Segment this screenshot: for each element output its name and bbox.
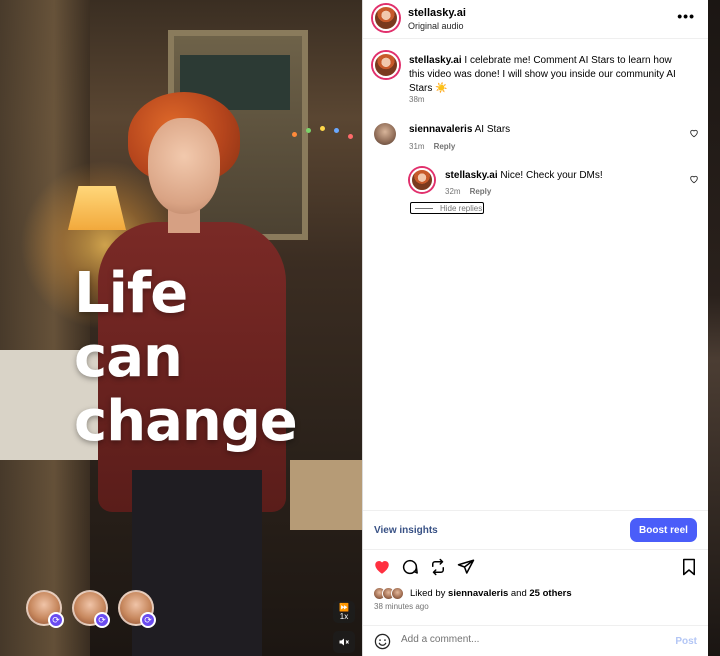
comment-input[interactable] (401, 634, 651, 645)
heart-filled-icon (375, 561, 389, 574)
commenter-username[interactable]: siennavaleris (409, 124, 472, 135)
repost-icon (432, 558, 444, 576)
speaker-muted-icon (339, 638, 349, 646)
fast-forward-icon: ⏩ (339, 603, 349, 612)
comment-like-icon[interactable] (689, 128, 699, 138)
divider (363, 38, 709, 39)
caption-username[interactable]: stellasky.ai (409, 55, 462, 66)
insights-bar: View insights Boost reel (363, 510, 709, 550)
overlay-line-1: Life can (74, 261, 188, 390)
reel-video[interactable]: Life can change ⟳ ⟳ ⟳ ⏩ 1x (0, 0, 362, 656)
author-avatar[interactable] (373, 5, 399, 31)
background-edge (708, 0, 720, 656)
reply-body: Nice! Check your DMs! (497, 170, 603, 181)
repost-button[interactable] (427, 556, 449, 578)
reply-username[interactable]: stellasky.ai (445, 170, 498, 181)
mute-button[interactable] (333, 631, 355, 653)
reel-details-panel: stellasky.ai Original audio ••• stellask… (362, 0, 709, 656)
overlay-line-2: change (74, 389, 298, 454)
caption-text: stellasky.ai I celebrate me! Comment AI … (409, 54, 689, 96)
collaborator-avatar[interactable]: ⟳ (72, 590, 110, 628)
video-subject (132, 470, 262, 656)
save-button[interactable] (678, 556, 700, 578)
reply-timestamp: 32m (445, 187, 461, 196)
hide-replies-button[interactable]: Hide replies (410, 202, 484, 214)
author-username[interactable]: stellasky.ai (408, 7, 466, 19)
bookmark-icon (683, 558, 695, 576)
comment-button[interactable] (399, 556, 421, 578)
collaborator-avatars: ⟳ ⟳ ⟳ (26, 590, 156, 628)
action-bar (363, 556, 709, 580)
collab-badge-icon: ⟳ (94, 612, 110, 628)
comment-text: siennavaleris AI Stars (409, 124, 510, 135)
like-button[interactable] (371, 556, 393, 578)
commenter-avatar[interactable] (374, 123, 396, 145)
likes-joiner: and (508, 588, 530, 599)
likes-summary[interactable]: Liked by siennavaleris and 25 others (373, 587, 572, 600)
caption-author-avatar[interactable] (373, 52, 399, 78)
hide-replies-label: Hide replies (440, 203, 483, 213)
comment-meta: 31m Reply (409, 142, 464, 151)
speed-label: 1x (339, 612, 349, 621)
liker-avatar (391, 587, 404, 600)
video-overlay-text: Life can change (74, 262, 304, 454)
caption-timestamp: 38m (409, 95, 425, 104)
likes-text: Liked by siennavaleris and 25 others (410, 588, 572, 599)
emoji-icon[interactable] (374, 633, 391, 650)
view-insights-link[interactable]: View insights (374, 525, 438, 536)
boost-reel-button[interactable]: Boost reel (630, 518, 697, 542)
share-button[interactable] (455, 556, 477, 578)
collab-badge-icon: ⟳ (48, 612, 64, 628)
post-button[interactable]: Post (675, 636, 697, 647)
likes-prefix: Liked by (410, 588, 449, 599)
video-subject (148, 118, 220, 214)
more-options-icon[interactable]: ••• (677, 8, 695, 24)
comment-body: AI Stars (472, 124, 511, 135)
collaborator-avatar[interactable]: ⟳ (26, 590, 64, 628)
post-header: stellasky.ai Original audio ••• (363, 0, 709, 38)
post-timestamp: 38 minutes ago (374, 602, 429, 611)
likes-others[interactable]: 25 others (529, 588, 571, 599)
reply-text: stellasky.ai Nice! Check your DMs! (445, 170, 603, 181)
video-background (288, 118, 358, 148)
reply-button[interactable]: Reply (434, 142, 456, 151)
comment-bubble-icon (402, 559, 418, 575)
comment-timestamp: 31m (409, 142, 425, 151)
reply-like-icon[interactable] (689, 174, 699, 184)
reply-button[interactable]: Reply (470, 187, 492, 196)
reply-author-avatar[interactable] (410, 168, 434, 192)
video-background (290, 460, 362, 530)
collaborator-avatar[interactable]: ⟳ (118, 590, 156, 628)
liker-username[interactable]: siennavaleris (448, 588, 508, 599)
reply-meta: 32m Reply (445, 187, 500, 196)
comment-composer: Post (363, 625, 709, 656)
hide-replies-line (415, 207, 433, 209)
audio-label[interactable]: Original audio (408, 21, 464, 31)
collab-badge-icon: ⟳ (140, 612, 156, 628)
playback-speed-button[interactable]: ⏩ 1x (333, 601, 355, 623)
paper-plane-icon (457, 559, 475, 574)
